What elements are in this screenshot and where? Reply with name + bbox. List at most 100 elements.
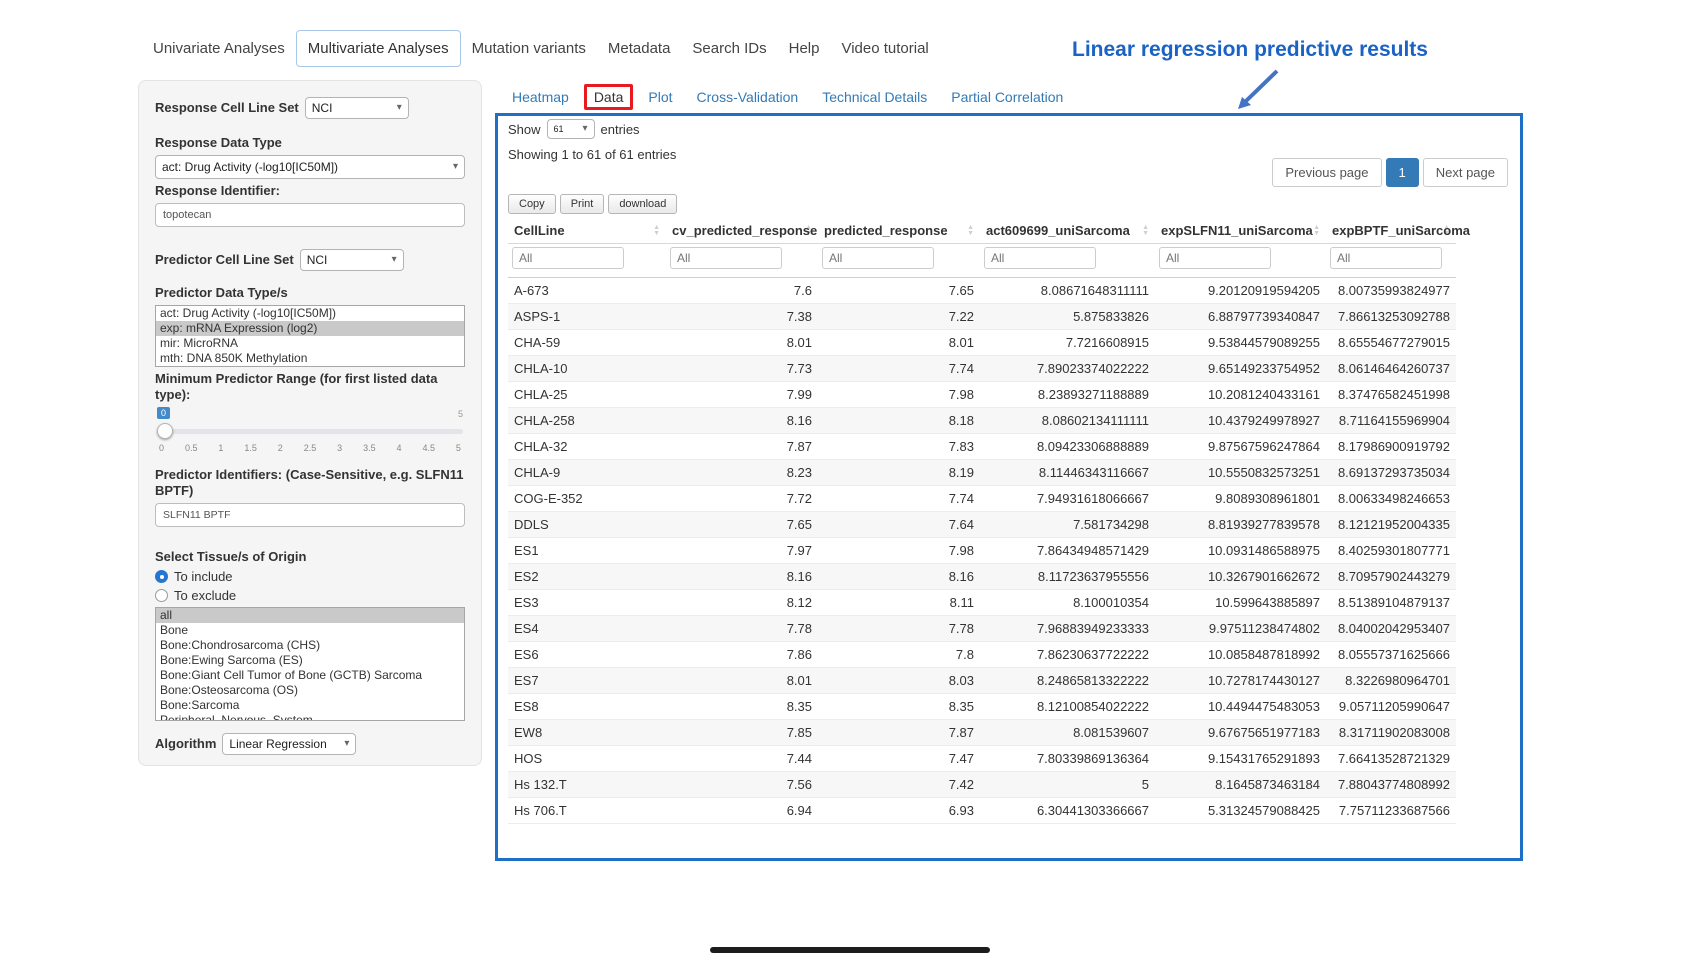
table-row[interactable]: CHA-59 8.01 8.01 7.7216608915 9.53844579… (508, 330, 1456, 356)
table-row[interactable]: COG-E-352 7.72 7.74 7.94931618066667 9.8… (508, 486, 1456, 512)
sort-icon[interactable]: ▲▼ (967, 225, 974, 237)
listbox-option[interactable]: Bone:Ewing Sarcoma (ES) (156, 653, 464, 668)
column-header[interactable]: ▲▼ cv_predicted_response (666, 218, 818, 244)
result-tab[interactable]: Plot (639, 84, 681, 110)
current-page-button[interactable]: 1 (1386, 158, 1419, 187)
listbox-option[interactable]: Bone:Chondrosarcoma (CHS) (156, 638, 464, 653)
listbox-option[interactable]: mir: MicroRNA (156, 336, 464, 351)
table-row[interactable]: ES2 8.16 8.16 8.11723637955556 10.326790… (508, 564, 1456, 590)
table-row[interactable]: A-673 7.6 7.65 8.08671648311111 9.201209… (508, 278, 1456, 304)
next-page-button[interactable]: Next page (1423, 158, 1508, 187)
column-filter-input[interactable] (670, 247, 782, 269)
result-tab[interactable]: Heatmap (503, 84, 578, 110)
nav-item[interactable]: Video tutorial (830, 31, 939, 66)
table-row[interactable]: ES7 8.01 8.03 8.24865813322222 10.727817… (508, 668, 1456, 694)
table-row[interactable]: Hs 706.T 6.94 6.93 6.30441303366667 5.31… (508, 798, 1456, 824)
sort-icon[interactable]: ▲▼ (1313, 225, 1320, 237)
sort-icon[interactable]: ▲▼ (1142, 225, 1149, 237)
top-nav: Univariate Analyses Multivariate Analyse… (142, 30, 940, 67)
nav-item[interactable]: Mutation variants (461, 31, 597, 66)
previous-page-button[interactable]: Previous page (1272, 158, 1381, 187)
slider-tick-label: 3.5 (363, 443, 376, 453)
export-button[interactable]: Print (560, 194, 605, 214)
tissue-listbox[interactable]: all Bone Bone:Chondrosarcoma (CHS) Bone:… (155, 607, 465, 721)
response-identifier-input[interactable] (155, 203, 465, 227)
cell-value: 9.05711205990647 (1326, 694, 1456, 720)
table-row[interactable]: CHLA-258 8.16 8.18 8.08602134111111 10.4… (508, 408, 1456, 434)
export-button[interactable]: Copy (508, 194, 556, 214)
column-header[interactable]: ▲▼ predicted_response (818, 218, 980, 244)
nav-item[interactable]: Multivariate Analyses (296, 30, 461, 67)
table-row[interactable]: ASPS-1 7.38 7.22 5.875833826 6.887977393… (508, 304, 1456, 330)
table-row[interactable]: CHLA-25 7.99 7.98 8.23893271188889 10.20… (508, 382, 1456, 408)
predictor-cell-line-set-select[interactable]: NCI ▾ (300, 249, 404, 271)
listbox-option[interactable]: Bone:Giant Cell Tumor of Bone (GCTB) Sar… (156, 668, 464, 683)
column-filter-input[interactable] (1330, 247, 1442, 269)
response-data-type-select[interactable]: act: Drug Activity (-log10[IC50M]) ▾ (155, 155, 465, 179)
sort-icon[interactable]: ▲▼ (653, 225, 660, 237)
cell-line-name: CHLA-32 (508, 434, 666, 460)
listbox-option[interactable]: exp: mRNA Expression (log2) (156, 321, 464, 336)
result-tab[interactable]: Cross-Validation (688, 84, 808, 110)
predictor-identifiers-input[interactable] (155, 503, 465, 527)
column-header[interactable]: ▲▼ act609699_uniSarcoma (980, 218, 1155, 244)
cell-value: 7.72 (666, 486, 818, 512)
table-row[interactable]: ES1 7.97 7.98 7.86434948571429 10.093148… (508, 538, 1456, 564)
table-row[interactable]: HOS 7.44 7.47 7.80339869136364 9.1543176… (508, 746, 1456, 772)
min-predictor-range-slider[interactable]: 0 5 00.511.522.533.544.55 (157, 407, 463, 459)
listbox-option[interactable]: Bone:Osteosarcoma (OS) (156, 683, 464, 698)
column-filter-input[interactable] (512, 247, 624, 269)
nav-item[interactable]: Univariate Analyses (142, 31, 296, 66)
table-row[interactable]: EW8 7.85 7.87 8.081539607 9.676756519771… (508, 720, 1456, 746)
cell-value: 8.69137293735034 (1326, 460, 1456, 486)
slider-track[interactable] (157, 429, 463, 434)
cell-value: 8.00633498246653 (1326, 486, 1456, 512)
slider-handle[interactable] (157, 423, 173, 439)
cell-value: 8.17986900919792 (1326, 434, 1456, 460)
table-row[interactable]: ES8 8.35 8.35 8.12100854022222 10.449447… (508, 694, 1456, 720)
cell-value: 7.22 (818, 304, 980, 330)
tissue-exclude-option[interactable]: To exclude (155, 588, 465, 603)
slider-tick-label: 1 (218, 443, 223, 453)
algorithm-select[interactable]: Linear Regression ▾ (222, 733, 356, 755)
listbox-option[interactable]: Bone:Sarcoma (156, 698, 464, 713)
sidebar: Response Cell Line Set NCI ▾ Response Da… (138, 80, 482, 766)
column-header[interactable]: ▲▼ expSLFN11_uniSarcoma (1155, 218, 1326, 244)
column-filter-input[interactable] (1159, 247, 1271, 269)
table-row[interactable]: CHLA-9 8.23 8.19 8.11446343116667 10.555… (508, 460, 1456, 486)
response-cell-line-set-select[interactable]: NCI ▾ (305, 97, 409, 119)
radio-label: To include (174, 569, 233, 584)
listbox-option[interactable]: mth: DNA 850K Methylation (156, 351, 464, 366)
column-header[interactable]: ▲▼ CellLine (508, 218, 666, 244)
listbox-option[interactable]: act: Drug Activity (-log10[IC50M]) (156, 306, 464, 321)
table-row[interactable]: CHLA-32 7.87 7.83 8.09423306888889 9.875… (508, 434, 1456, 460)
table-row[interactable]: ES6 7.86 7.8 7.86230637722222 10.0858487… (508, 642, 1456, 668)
export-button[interactable]: download (608, 194, 677, 214)
tissue-include-option[interactable]: To include (155, 569, 465, 584)
entries-count-select[interactable]: 61 ▾ (547, 119, 595, 139)
slider-tick-label: 2 (278, 443, 283, 453)
predictor-data-types-listbox[interactable]: act: Drug Activity (-log10[IC50M]) exp: … (155, 305, 465, 367)
column-filter-input[interactable] (984, 247, 1096, 269)
radio-unselected-icon[interactable] (155, 589, 168, 602)
nav-item[interactable]: Help (778, 31, 831, 66)
listbox-option[interactable]: Peripheral_Nervous_System (156, 713, 464, 721)
filter-cell (508, 244, 666, 278)
table-row[interactable]: ES3 8.12 8.11 8.100010354 10.59964388589… (508, 590, 1456, 616)
result-tab[interactable]: Technical Details (813, 84, 936, 110)
result-tab[interactable]: Data (584, 84, 634, 110)
table-row[interactable]: DDLS 7.65 7.64 7.581734298 8.81939277839… (508, 512, 1456, 538)
result-tab[interactable]: Partial Correlation (942, 84, 1072, 110)
nav-item[interactable]: Metadata (597, 31, 682, 66)
column-header[interactable]: ▲▼ expBPTF_uniSarcoma (1326, 218, 1456, 244)
nav-item[interactable]: Search IDs (681, 31, 777, 66)
listbox-option[interactable]: Bone (156, 623, 464, 638)
table-row[interactable]: CHLA-10 7.73 7.74 7.89023374022222 9.651… (508, 356, 1456, 382)
column-filter-input[interactable] (822, 247, 934, 269)
radio-selected-icon[interactable] (155, 570, 168, 583)
table-row[interactable]: ES4 7.78 7.78 7.96883949233333 9.9751123… (508, 616, 1456, 642)
table-row[interactable]: Hs 132.T 7.56 7.42 5 8.1645873463184 7.8… (508, 772, 1456, 798)
listbox-option[interactable]: all (156, 608, 464, 623)
cell-line-name: Hs 132.T (508, 772, 666, 798)
result-tabs: Heatmap Data Plot Cross-Validation Techn… (503, 84, 1072, 110)
